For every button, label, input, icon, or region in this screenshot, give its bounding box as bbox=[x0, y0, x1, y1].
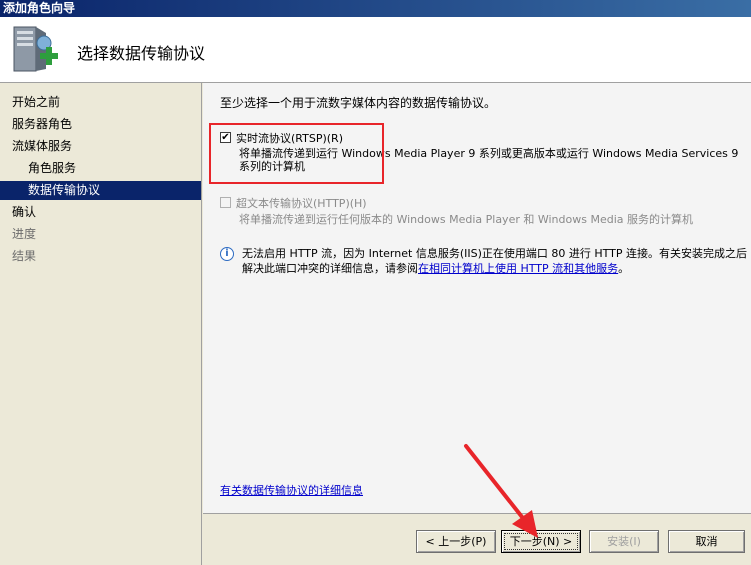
button-bar: < 上一步(P) 下一步(N) > 安装(I) 取消 bbox=[203, 513, 751, 565]
http-streaming-help-link[interactable]: 在相同计算机上使用 HTTP 流和其他服务 bbox=[418, 262, 618, 275]
window-title: 添加角色向导 bbox=[3, 1, 76, 15]
info-message: 无法启用 HTTP 流，因为 Internet 信息服务(IIS)正在使用端口 … bbox=[242, 246, 751, 276]
nav-item-results: 结果 bbox=[12, 249, 37, 263]
wizard-content: 至少选择一个用于流数字媒体内容的数据传输协议。 ✔ 实时流协议(RTSP)(R)… bbox=[203, 83, 751, 513]
wizard-header: 选择数据传输协议 bbox=[0, 17, 751, 83]
http-checkbox bbox=[220, 197, 231, 208]
install-button: 安装(I) bbox=[589, 530, 659, 553]
highlight-box bbox=[209, 123, 384, 184]
back-button[interactable]: < 上一步(P) bbox=[416, 530, 496, 553]
next-button[interactable]: 下一步(N) > bbox=[501, 530, 581, 553]
nav-item-progress: 进度 bbox=[12, 227, 37, 241]
intro-text: 至少选择一个用于流数字媒体内容的数据传输协议。 bbox=[220, 96, 497, 110]
info-icon: i bbox=[220, 247, 234, 261]
wizard-nav: 开始之前 服务器角色 流媒体服务 角色服务 数据传输协议 确认 进度 结果 bbox=[0, 83, 202, 565]
nav-item-role-services[interactable]: 角色服务 bbox=[0, 159, 201, 178]
nav-item-server-roles[interactable]: 服务器角色 bbox=[0, 115, 201, 134]
http-description: 将单播流传递到运行任何版本的 Windows Media Player 和 Wi… bbox=[239, 213, 693, 226]
page-title: 选择数据传输协议 bbox=[77, 44, 206, 63]
info-suffix: 。 bbox=[618, 262, 630, 275]
window-title-bar: 添加角色向导 bbox=[0, 0, 751, 17]
protocol-details-link[interactable]: 有关数据传输协议的详细信息 bbox=[220, 482, 363, 498]
cancel-button[interactable]: 取消 bbox=[668, 530, 745, 553]
http-label: 超文本传输协议(HTTP)(H) bbox=[236, 197, 367, 210]
nav-item-confirmation[interactable]: 确认 bbox=[0, 203, 201, 222]
server-add-icon bbox=[13, 26, 58, 72]
nav-item-streaming-media[interactable]: 流媒体服务 bbox=[0, 137, 201, 156]
nav-item-before-you-begin[interactable]: 开始之前 bbox=[0, 93, 201, 112]
nav-item-data-transfer-protocols[interactable]: 数据传输协议 bbox=[0, 181, 201, 200]
